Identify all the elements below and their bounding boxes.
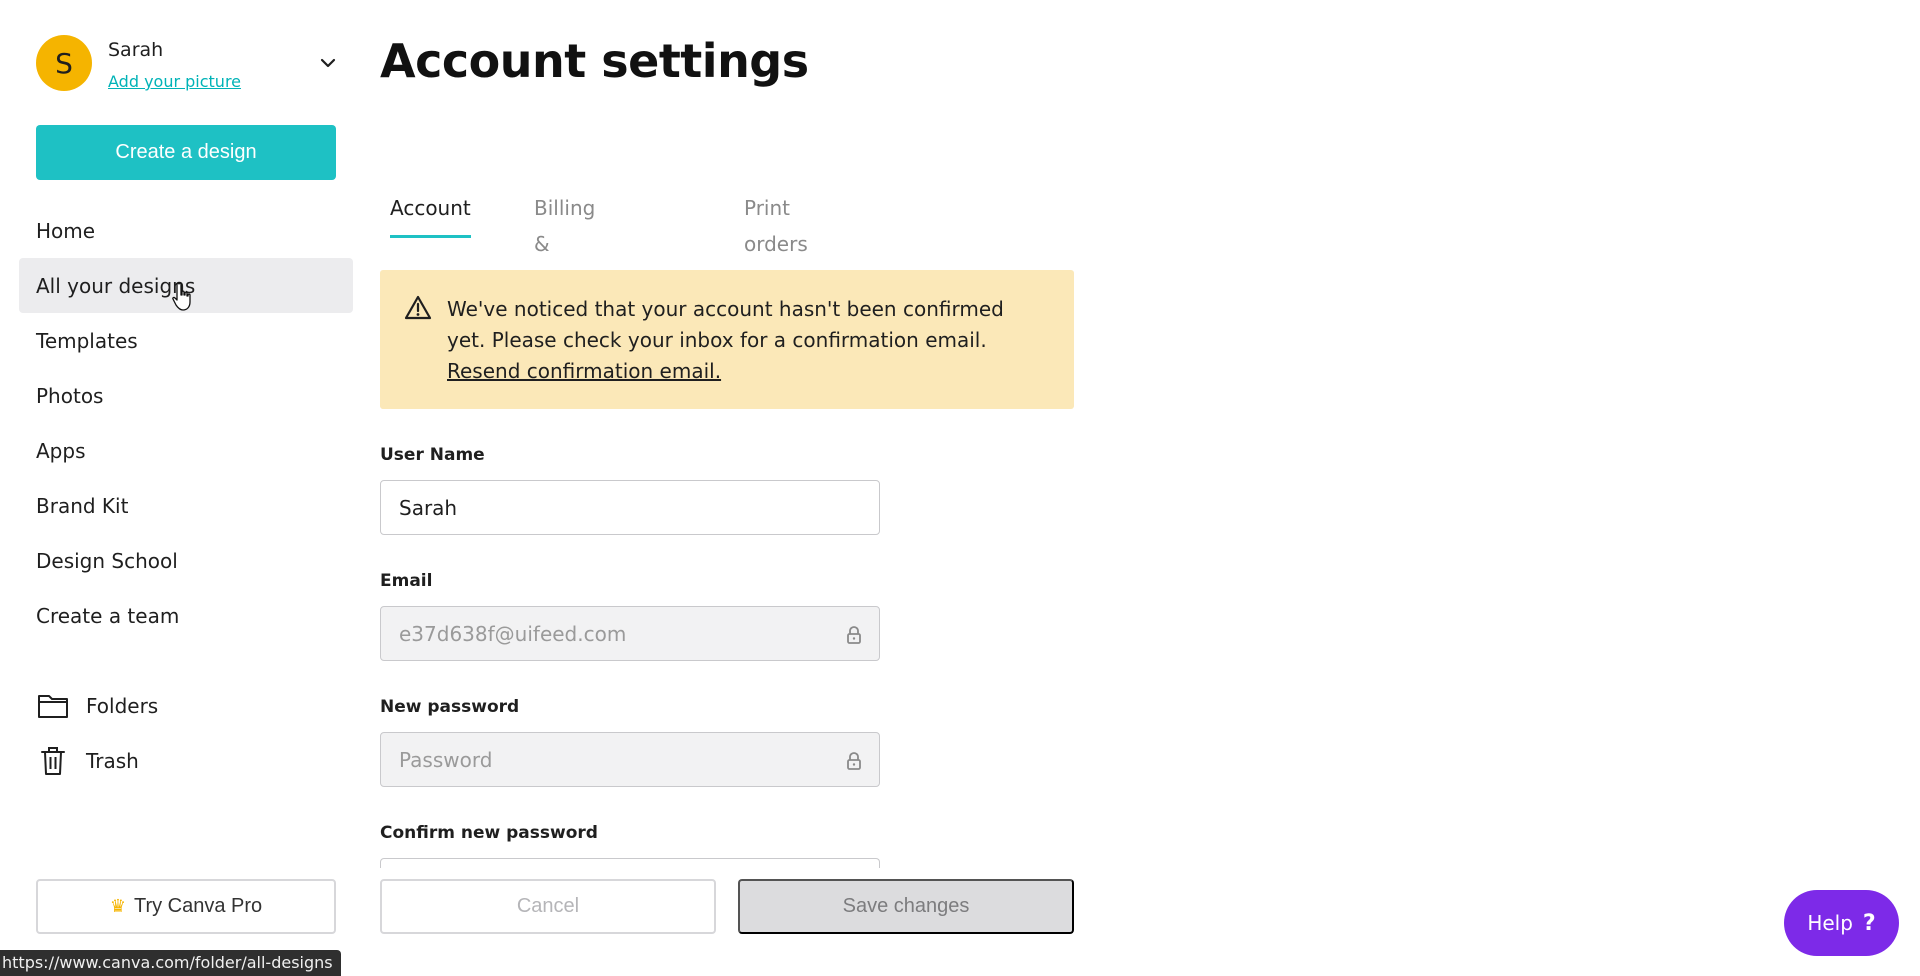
hand-cursor-icon bbox=[172, 282, 191, 311]
username-value: Sarah bbox=[399, 495, 458, 520]
sidebar-item-label: Apps bbox=[36, 438, 86, 463]
lock-icon bbox=[847, 626, 861, 644]
sidebar: S Sarah Add your picture Create a design… bbox=[0, 0, 370, 976]
new-password-label: New password bbox=[380, 697, 520, 717]
username-label: User Name bbox=[380, 445, 485, 465]
try-pro-label: Try Canva Pro bbox=[133, 895, 263, 917]
alert-text: We've noticed that your account hasn't b… bbox=[447, 297, 1004, 352]
folder-icon bbox=[36, 689, 70, 723]
sidebar-item-label: Folders bbox=[86, 693, 159, 718]
sidebar-item-label: Brand Kit bbox=[36, 493, 129, 518]
help-button[interactable]: Help ? bbox=[1784, 890, 1899, 956]
tab-account[interactable]: Account bbox=[390, 190, 471, 238]
new-password-placeholder: Password bbox=[399, 747, 493, 772]
question-icon: ? bbox=[1862, 910, 1876, 936]
tab-print-orders[interactable]: Print orders bbox=[744, 190, 808, 256]
help-label: Help bbox=[1807, 911, 1853, 935]
try-canva-pro-button[interactable]: ♛ Try Canva Pro bbox=[36, 879, 336, 934]
create-design-button[interactable]: Create a design bbox=[36, 125, 336, 180]
save-changes-button[interactable]: Save changes bbox=[738, 879, 1074, 934]
sidebar-item-apps[interactable]: Apps bbox=[19, 423, 353, 478]
chevron-down-icon[interactable] bbox=[316, 51, 340, 75]
resend-confirmation-link[interactable]: Resend confirmation email. bbox=[447, 359, 721, 383]
sidebar-item-label: Home bbox=[36, 218, 96, 243]
cancel-button[interactable]: Cancel bbox=[380, 879, 716, 934]
avatar[interactable]: S bbox=[36, 35, 92, 91]
unconfirmed-account-alert: We've noticed that your account hasn't b… bbox=[380, 270, 1074, 409]
add-picture-link[interactable]: Add your picture bbox=[108, 72, 241, 91]
page-title: Account settings bbox=[380, 34, 809, 88]
confirm-password-field[interactable] bbox=[380, 858, 880, 868]
new-password-field[interactable]: Password bbox=[380, 732, 880, 787]
email-value: e37d638f@uifeed.com bbox=[399, 621, 627, 646]
sidebar-item-label: Templates bbox=[36, 328, 138, 353]
warning-icon bbox=[404, 295, 432, 320]
profile-section[interactable]: S Sarah Add your picture bbox=[36, 35, 336, 93]
username-field[interactable]: Sarah bbox=[380, 480, 880, 535]
sidebar-item-label: Photos bbox=[36, 383, 104, 408]
status-bar-url: https://www.canva.com/folder/all-designs bbox=[0, 950, 341, 976]
profile-name: Sarah bbox=[108, 39, 164, 61]
sidebar-item-home[interactable]: Home bbox=[19, 203, 353, 258]
sidebar-item-label: Create a team bbox=[36, 603, 180, 628]
email-label: Email bbox=[380, 571, 433, 591]
alert-message: We've noticed that your account hasn't b… bbox=[447, 294, 1027, 387]
confirm-password-label: Confirm new password bbox=[380, 823, 598, 843]
sidebar-item-brand-kit[interactable]: Brand Kit bbox=[19, 478, 353, 533]
sidebar-item-create-team[interactable]: Create a team bbox=[19, 588, 353, 643]
sidebar-item-label: Design School bbox=[36, 548, 178, 573]
sidebar-item-label: Trash bbox=[86, 748, 139, 773]
sidebar-item-design-school[interactable]: Design School bbox=[19, 533, 353, 588]
sidebar-item-templates[interactable]: Templates bbox=[19, 313, 353, 368]
email-field[interactable]: e37d638f@uifeed.com bbox=[380, 606, 880, 661]
crown-icon: ♛ bbox=[109, 896, 126, 916]
sidebar-item-photos[interactable]: Photos bbox=[19, 368, 353, 423]
sidebar-item-trash[interactable]: Trash bbox=[19, 733, 353, 788]
lock-icon bbox=[847, 752, 861, 770]
tab-billing-teams[interactable]: Billing & Teams bbox=[534, 190, 597, 292]
sidebar-item-folders[interactable]: Folders bbox=[19, 678, 353, 733]
trash-icon bbox=[36, 744, 70, 778]
